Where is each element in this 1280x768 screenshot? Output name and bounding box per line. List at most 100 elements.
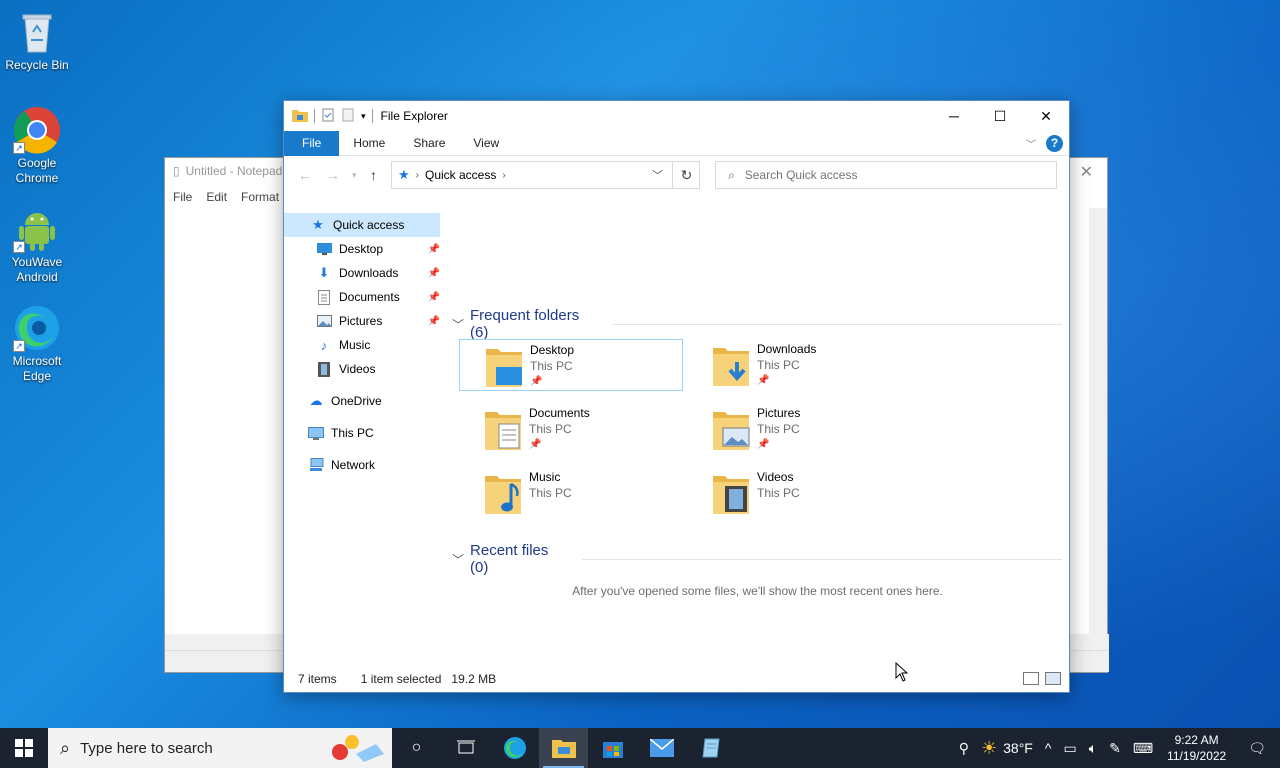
network-tray-icon[interactable]: ▭ <box>1057 740 1082 757</box>
shortcut-arrow-icon: ↗ <box>13 142 25 154</box>
large-icons-view-icon[interactable] <box>1045 672 1061 685</box>
clock[interactable]: 9:22 AM 11/19/2022 <box>1159 732 1234 764</box>
notepad-menu-edit[interactable]: Edit <box>206 190 227 204</box>
desktop-icon-label: Microsoft Edge <box>12 354 62 383</box>
desktop-icon-chrome[interactable]: ↗ Google Chrome <box>2 106 72 186</box>
mail-taskbar-icon[interactable] <box>637 728 686 768</box>
nav-item-music[interactable]: ♪ Music <box>316 333 440 357</box>
collapse-chevron-icon[interactable]: ﹀ <box>452 551 464 568</box>
nav-item-network[interactable]: Network <box>308 453 440 477</box>
search-box[interactable]: ⌕ <box>715 161 1057 189</box>
search-icon: ⌕ <box>60 737 71 758</box>
forward-arrow-icon[interactable]: → <box>326 167 340 183</box>
tab-file[interactable]: File <box>284 130 340 156</box>
nav-item-pictures[interactable]: Pictures 📌 <box>316 309 440 333</box>
properties-icon[interactable] <box>321 108 335 125</box>
notepad-icon: ▯ <box>173 164 180 178</box>
notepad-menu-file[interactable]: File <box>173 190 192 204</box>
breadcrumb-quick-access[interactable]: Quick access <box>425 168 496 182</box>
nav-item-desktop[interactable]: Desktop 📌 <box>316 237 440 261</box>
task-view-icon[interactable] <box>441 728 490 768</box>
taskbar-search-box[interactable]: ⌕ Type here to search <box>48 728 392 768</box>
pin-icon[interactable]: 📌 <box>428 268 440 279</box>
notepad-menu-format[interactable]: Format <box>241 190 279 204</box>
tab-home[interactable]: Home <box>339 131 399 156</box>
details-view-icon[interactable] <box>1023 672 1039 685</box>
tab-share[interactable]: Share <box>399 131 459 156</box>
shortcut-arrow-icon: ↗ <box>13 340 25 352</box>
taskbar-search-placeholder: Type here to search <box>80 739 213 757</box>
recycle-bin-icon <box>13 8 61 56</box>
pin-icon[interactable]: 📌 <box>428 244 440 255</box>
folder-tile-desktop[interactable]: Desktop This PC 📌 <box>459 339 683 391</box>
desktop-icon-edge[interactable]: ↗ Microsoft Edge <box>2 304 72 384</box>
new-folder-icon[interactable] <box>341 108 355 125</box>
volume-icon[interactable]: 🔈︎ <box>1083 740 1103 757</box>
collapse-chevron-icon[interactable]: ﹀ <box>452 316 464 333</box>
desktop-icon-youwave[interactable]: ↗ YouWave Android <box>2 205 72 285</box>
folder-tile-downloads[interactable]: Downloads This PC 📌 <box>687 339 911 391</box>
breadcrumb-chevron-icon[interactable]: › <box>416 170 419 181</box>
desktop-icon-recycle-bin[interactable]: Recycle Bin <box>2 8 72 73</box>
frequent-folders-header[interactable]: ﹀ Frequent folders (6) <box>452 307 1062 341</box>
music-folder-icon <box>483 470 523 516</box>
help-icon[interactable]: ? <box>1046 135 1063 152</box>
weather-widget[interactable]: ☀ 38°F <box>975 738 1039 759</box>
expand-ribbon-icon[interactable]: ﹀ <box>1026 136 1036 151</box>
edge-icon: ↗ <box>13 304 61 352</box>
status-bar: 7 items 1 item selected 19.2 MB <box>284 666 1069 692</box>
downloads-icon: ⬇ <box>318 265 330 280</box>
explorer-titlebar[interactable]: ▾ File Explorer ─ ☐ ✕ <box>284 101 1069 131</box>
recent-locations-icon[interactable]: ▾ <box>352 170 357 181</box>
documents-icon <box>316 289 332 305</box>
folder-tile-pictures[interactable]: Pictures This PC 📌 <box>687 403 911 455</box>
show-hidden-icons-chevron-icon[interactable]: ^ <box>1039 740 1058 756</box>
notepad-taskbar-icon[interactable] <box>686 728 735 768</box>
customize-toolbar-icon[interactable]: ▾ <box>361 111 366 122</box>
divider <box>612 323 1062 325</box>
nav-item-label: Quick access <box>333 218 405 232</box>
breadcrumb-chevron-icon[interactable]: › <box>502 170 505 181</box>
folder-tile-documents[interactable]: Documents This PC 📌 <box>459 403 683 455</box>
back-arrow-icon[interactable]: ← <box>298 167 312 183</box>
nav-item-documents[interactable]: Documents 📌 <box>316 285 440 309</box>
tab-view[interactable]: View <box>459 131 513 156</box>
address-bar[interactable]: ★ › Quick access › ﹀ <box>391 161 700 189</box>
pin-icon: 📌 <box>529 439 542 450</box>
pin-icon[interactable]: 📌 <box>428 316 440 327</box>
network-icon <box>308 457 324 473</box>
mouse-cursor-icon <box>895 662 909 682</box>
folder-tile-music[interactable]: Music This PC <box>459 467 683 519</box>
ribbon-right-controls: ﹀ ? <box>1026 135 1063 152</box>
search-input[interactable] <box>744 168 1025 182</box>
notifications-icon[interactable]: 🗨︎ <box>1234 740 1280 757</box>
notepad-close-icon[interactable]: ✕ <box>1080 162 1093 182</box>
people-icon[interactable]: ⚲ <box>953 740 975 757</box>
store-taskbar-icon[interactable] <box>588 728 637 768</box>
nav-item-quick-access[interactable]: ★ Quick access <box>284 213 440 237</box>
nav-item-label: Network <box>331 458 376 472</box>
pen-icon[interactable]: ✎ <box>1103 740 1127 757</box>
up-arrow-icon[interactable]: ↑ <box>370 167 377 183</box>
file-explorer-window[interactable]: ▾ File Explorer ─ ☐ ✕ File Home Share Vi… <box>283 100 1070 693</box>
edge-taskbar-icon[interactable] <box>490 728 539 768</box>
folder-tile-videos[interactable]: Videos This PC <box>687 467 911 519</box>
refresh-icon[interactable]: ↻ <box>672 161 700 189</box>
nav-item-this-pc[interactable]: This PC <box>308 421 440 445</box>
file-explorer-taskbar-icon[interactable] <box>539 728 588 768</box>
keyboard-icon[interactable]: ⌨ <box>1127 740 1159 757</box>
notepad-vertical-scrollbar[interactable] <box>1089 208 1107 648</box>
nav-item-videos[interactable]: Videos <box>316 357 440 381</box>
start-button[interactable] <box>0 728 48 768</box>
folder-name: Videos <box>757 470 794 484</box>
maximize-button[interactable]: ☐ <box>977 101 1023 131</box>
nav-item-downloads[interactable]: ⬇ Downloads 📌 <box>316 261 440 285</box>
address-dropdown-icon[interactable]: ﹀ <box>652 167 663 183</box>
cortana-icon[interactable]: ○ <box>392 728 441 768</box>
close-button[interactable]: ✕ <box>1023 101 1069 131</box>
recent-files-header[interactable]: ﹀ Recent files (0) <box>452 542 1062 576</box>
pin-icon[interactable]: 📌 <box>428 292 440 303</box>
search-highlight-icon <box>326 732 386 767</box>
nav-item-onedrive[interactable]: ☁ OneDrive <box>308 389 440 413</box>
minimize-button[interactable]: ─ <box>931 101 977 131</box>
